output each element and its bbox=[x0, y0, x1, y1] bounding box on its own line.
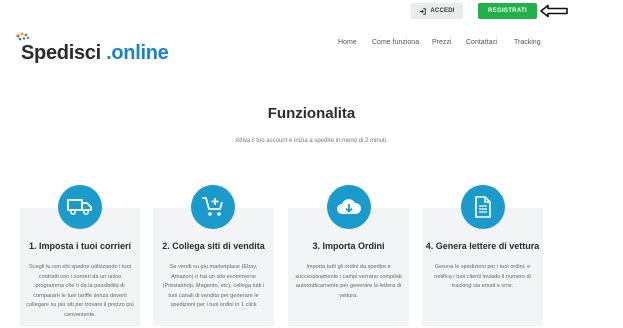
feature-text: Scegli tu con chi spedire utilizzando i … bbox=[26, 264, 134, 318]
register-button-label: REGISTRATI bbox=[488, 8, 527, 14]
nav-tracking[interactable]: Tracking bbox=[514, 39, 541, 51]
feature-title: 2. Collega siti di vendita bbox=[162, 241, 265, 251]
sign-in-icon bbox=[420, 7, 427, 15]
logo-text: Spedisci .online bbox=[21, 42, 169, 65]
feature-title: 1. Imposta i tuoi corrieri bbox=[28, 241, 132, 251]
nav-home[interactable]: Home bbox=[338, 39, 357, 51]
login-button[interactable]: ACCEDI bbox=[411, 3, 463, 19]
section-subtitle: Attiva il tuo account e inizia a spedire… bbox=[235, 138, 388, 144]
nav-prezzi[interactable]: Prezzi bbox=[432, 39, 451, 51]
feature-text: Se vendi su piu marketplace (Ebay, Amazo… bbox=[162, 264, 265, 308]
cart-plus-icon bbox=[191, 185, 235, 229]
nav-contattaci[interactable]: Contattaci bbox=[466, 39, 498, 51]
feature-title: 3. Importa Ordini bbox=[312, 241, 385, 251]
login-button-label: ACCEDI bbox=[430, 8, 455, 14]
logo-text-online: .online bbox=[106, 42, 169, 64]
logo-text-main: Spedisci bbox=[21, 42, 101, 64]
top-bar: ACCEDI REGISTRATI bbox=[0, 0, 623, 22]
document-icon bbox=[461, 185, 505, 229]
feature-text: Importa tutti gli ordini da spedire e su… bbox=[295, 264, 402, 299]
site-logo[interactable]: Spedisci .online bbox=[14, 30, 174, 66]
feature-text: Genera le spedizioni per i tuoi ordini, … bbox=[434, 264, 531, 289]
nav-come-funziona[interactable]: Come funziona bbox=[372, 39, 419, 51]
left-arrow-icon bbox=[540, 4, 568, 18]
cloud-download-icon bbox=[327, 185, 371, 229]
feature-title: 4. Genera lettere di vettura bbox=[425, 241, 540, 251]
section-title: Funzionalita bbox=[267, 105, 356, 122]
register-button[interactable]: REGISTRATI bbox=[478, 3, 537, 19]
truck-icon bbox=[58, 185, 102, 229]
